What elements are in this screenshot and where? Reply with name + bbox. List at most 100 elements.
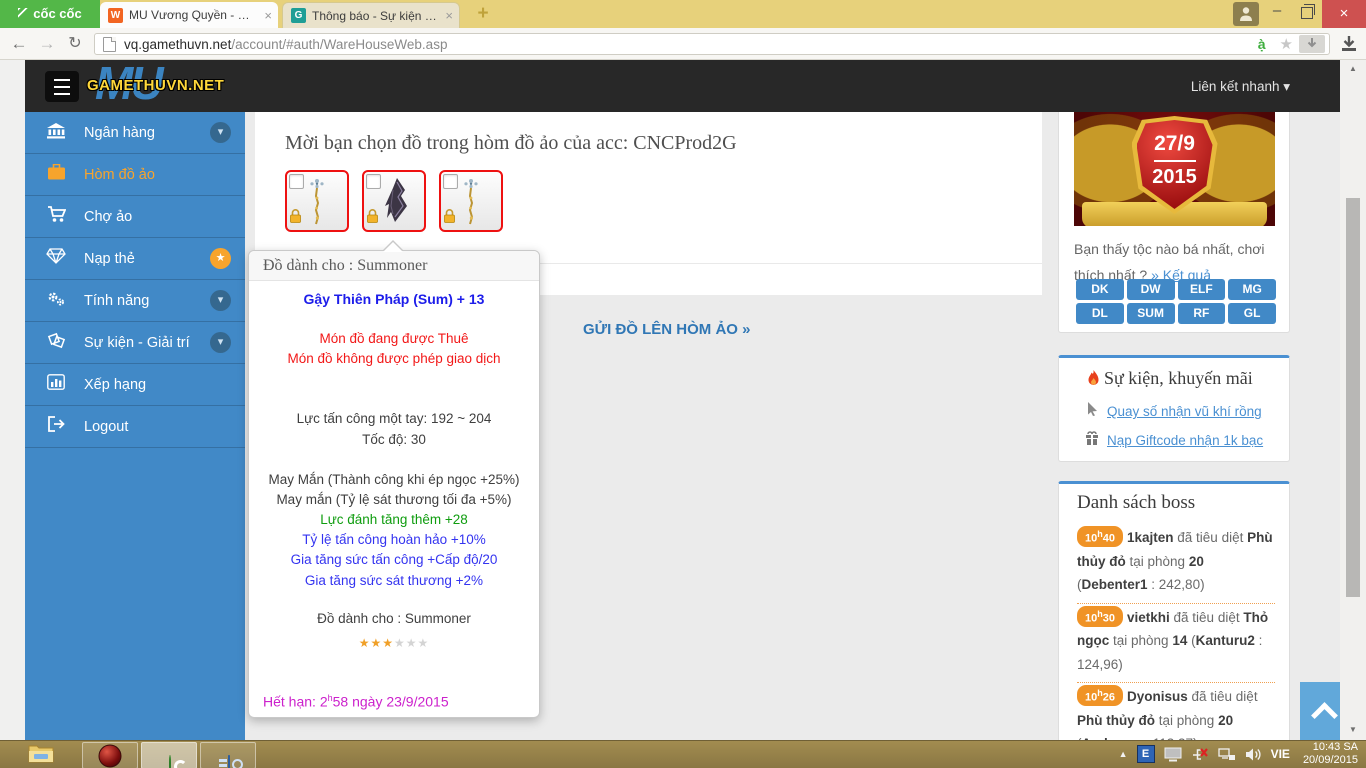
scrollbar-up-arrow[interactable]: ▲ bbox=[1340, 64, 1366, 73]
vietnamese-input-icon[interactable]: ạ̀ bbox=[1258, 36, 1266, 52]
scrollbar-thumb[interactable] bbox=[1346, 198, 1360, 597]
system-tray: ▲ E VIE 10:43 SA 20/09/2015 bbox=[1119, 740, 1358, 768]
taskbar-explorer-button[interactable] bbox=[28, 743, 54, 768]
taskbar-coccoc-button[interactable] bbox=[141, 742, 197, 768]
item-checkbox[interactable] bbox=[443, 174, 458, 189]
poll-button-rf[interactable]: RF bbox=[1178, 303, 1226, 324]
staff-item-image bbox=[304, 176, 330, 226]
sidebar-label: Hòm đồ ảo bbox=[84, 167, 245, 183]
tab2-close-icon[interactable]: × bbox=[445, 8, 453, 23]
sidebar-item-tinh-nang[interactable]: Tính năng ▾ bbox=[25, 280, 245, 322]
event-link-spin[interactable]: Quay số nhận vũ khí rồng bbox=[1083, 402, 1262, 419]
banner-day: 27/9 bbox=[1137, 132, 1213, 156]
sidebar-label: Ngân hàng bbox=[84, 125, 210, 141]
item-class-line: Đồ dành cho : Summoner bbox=[249, 609, 539, 629]
coccoc-browser-icon bbox=[169, 755, 171, 768]
taskbar-mu-game-button[interactable] bbox=[82, 742, 138, 768]
scrollbar-down-arrow[interactable]: ▼ bbox=[1340, 725, 1366, 734]
forward-button[interactable]: → bbox=[34, 28, 60, 59]
mu-game-icon bbox=[99, 744, 122, 767]
item-slot-1[interactable] bbox=[285, 170, 349, 232]
sidebar-item-ngan-hang[interactable]: Ngân hàng ▾ bbox=[25, 112, 245, 154]
events-panel-title: Sự kiện, khuyến mãi bbox=[1087, 368, 1253, 389]
bookmark-star-icon[interactable]: ★ bbox=[1280, 35, 1293, 53]
item-checkbox[interactable] bbox=[289, 174, 304, 189]
poll-button-sum[interactable]: SUM bbox=[1127, 303, 1175, 324]
tab-mu-vuong-quyen[interactable]: W MU Vương Quyền - Game × bbox=[100, 2, 278, 28]
poll-button-elf[interactable]: ELF bbox=[1178, 279, 1226, 300]
url-bar[interactable]: vq.gamethuvn.net /account/#auth/WareHous… bbox=[94, 33, 1330, 55]
item-slot-3[interactable] bbox=[439, 170, 503, 232]
lock-icon bbox=[443, 209, 456, 228]
downloads-tray-icon bbox=[1341, 35, 1357, 53]
item-expiry: Hết hạn: 2h58 ngày 23/9/2015 bbox=[249, 688, 539, 712]
tray-display-icon[interactable] bbox=[1164, 747, 1182, 762]
tray-volume-icon[interactable] bbox=[1245, 747, 1262, 762]
tab1-close-icon[interactable]: × bbox=[264, 8, 272, 23]
tray-usb-eject-icon[interactable] bbox=[1191, 747, 1209, 762]
bar-chart-icon bbox=[45, 374, 67, 395]
sidebar: Ngân hàng ▾ Hòm đồ ảo Chợ ảo Nạp thẻ ★ bbox=[25, 112, 245, 740]
new-tab-button[interactable]: + bbox=[470, 3, 496, 25]
page-icon bbox=[103, 37, 116, 52]
display-settings-icon bbox=[228, 755, 230, 768]
tab2-title: Thông báo - Sự kiện SPIN bbox=[312, 9, 439, 23]
close-button[interactable]: × bbox=[1322, 0, 1366, 28]
sidebar-item-cho-ao[interactable]: Chợ ảo bbox=[25, 196, 245, 238]
tab1-title: MU Vương Quyền - Game bbox=[129, 8, 258, 22]
site-logo[interactable]: MU GAMETHUVN.NET bbox=[87, 62, 237, 110]
event-banner-image[interactable]: 27/9 2015 bbox=[1074, 112, 1275, 226]
poll-button-dk[interactable]: DK bbox=[1076, 279, 1124, 300]
sidebar-item-logout[interactable]: Logout bbox=[25, 406, 245, 448]
sidebar-item-xep-hang[interactable]: Xếp hạng bbox=[25, 364, 245, 406]
poll-button-gl[interactable]: GL bbox=[1228, 303, 1276, 324]
hamburger-menu-button[interactable] bbox=[45, 71, 79, 102]
staff-item-image bbox=[458, 176, 484, 226]
taskbar-clock[interactable]: 10:43 SA 20/09/2015 bbox=[1303, 741, 1358, 767]
minimize-button[interactable]: – bbox=[1262, 0, 1292, 28]
poll-button-dl[interactable]: DL bbox=[1076, 303, 1124, 324]
item-luck-stat: May Mắn (Thành công khi ép ngọc +25%) bbox=[249, 470, 539, 490]
chevron-down-icon[interactable]: ▾ bbox=[210, 122, 231, 143]
tray-show-hidden-icon[interactable]: ▲ bbox=[1119, 749, 1128, 759]
item-no-trade-warning: Món đồ không được phép giao dịch bbox=[249, 349, 539, 369]
quick-links-dropdown[interactable]: Liên kết nhanh ▾ bbox=[1191, 79, 1290, 95]
item-tooltip: Đồ dành cho : Summoner Gậy Thiên Pháp (S… bbox=[248, 250, 540, 718]
boss-list-title: Danh sách boss bbox=[1077, 492, 1195, 514]
tray-network-icon[interactable] bbox=[1218, 747, 1236, 762]
sidebar-item-nap-the[interactable]: Nạp thẻ ★ bbox=[25, 238, 245, 280]
poll-button-dw[interactable]: DW bbox=[1127, 279, 1175, 300]
item-speed-stat: Tốc độ: 30 bbox=[249, 430, 539, 450]
reload-button[interactable]: ↻ bbox=[62, 28, 88, 59]
chevron-down-icon[interactable]: ▾ bbox=[210, 332, 231, 353]
event-link-giftcode[interactable]: Nạp Giftcode nhận 1k bạc bbox=[1083, 431, 1263, 448]
poll-button-mg[interactable]: MG bbox=[1228, 279, 1276, 300]
item-slot-2[interactable] bbox=[362, 170, 426, 232]
language-indicator[interactable]: VIE bbox=[1271, 747, 1290, 761]
restore-icon bbox=[1301, 7, 1313, 19]
profile-button[interactable] bbox=[1233, 2, 1259, 26]
site-header: MU GAMETHUVN.NET Liên kết nhanh ▾ bbox=[25, 60, 1340, 112]
sidebar-item-hom-do-ao[interactable]: Hòm đồ ảo bbox=[25, 154, 245, 196]
downloads-button[interactable] bbox=[1338, 33, 1360, 55]
sidebar-label: Tính năng bbox=[84, 293, 210, 309]
restore-button[interactable] bbox=[1292, 0, 1322, 28]
url-path: /account/#auth/WareHouseWeb.asp bbox=[231, 37, 1249, 52]
cart-icon bbox=[45, 206, 67, 228]
item-rent-warning: Món đồ đang được Thuê bbox=[249, 329, 539, 349]
sidebar-item-su-kien-giai-tri[interactable]: Sự kiện - Giải trí ▾ bbox=[25, 322, 245, 364]
page-scrollbar[interactable]: ▲ ▼ bbox=[1340, 60, 1366, 740]
download-indicator[interactable] bbox=[1299, 35, 1325, 53]
chevron-down-icon[interactable]: ▾ bbox=[210, 290, 231, 311]
wing-item-image bbox=[377, 176, 411, 226]
tray-idm-icon[interactable]: E bbox=[1137, 745, 1155, 763]
taskbar-settings-button[interactable] bbox=[200, 742, 256, 768]
tab-thong-bao[interactable]: G Thông báo - Sự kiện SPIN × bbox=[282, 2, 460, 28]
item-star-rating: ★★★★★★ bbox=[249, 633, 539, 653]
boss-list: 10h401kajten đã tiêu diệt Phù thủy đỏ tạ… bbox=[1077, 524, 1275, 762]
logout-icon bbox=[45, 416, 67, 437]
send-to-warehouse-link[interactable]: GỬI ĐỒ LÊN HÒM ẢO » bbox=[583, 321, 750, 338]
browser-titlebar: cốc cốc W MU Vương Quyền - Game × G Thôn… bbox=[0, 0, 1366, 28]
coccoc-brand-label: cốc cốc bbox=[33, 6, 81, 21]
back-button[interactable]: ← bbox=[6, 28, 32, 59]
